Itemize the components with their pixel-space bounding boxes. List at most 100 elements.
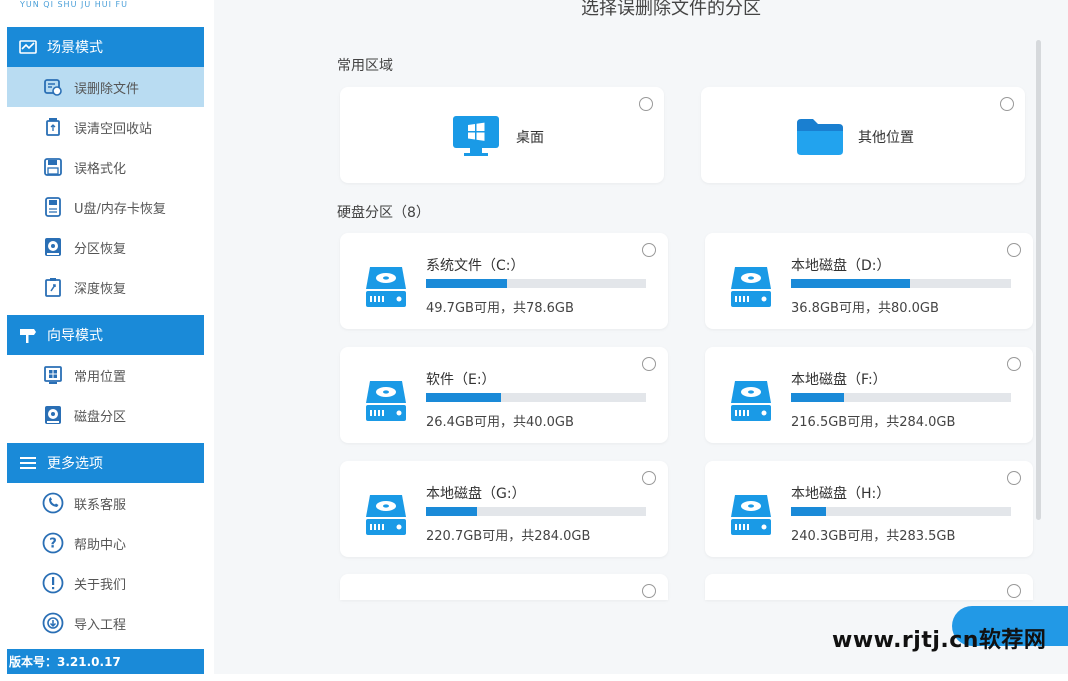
radio-button[interactable] — [1007, 243, 1021, 257]
scene-mode-header[interactable]: 场景模式 — [7, 27, 204, 67]
nav-item-label: 联系客服 — [74, 497, 127, 513]
radio-button[interactable] — [1000, 97, 1014, 111]
disk-name: 本地磁盘（H:） — [791, 486, 891, 502]
disk-size-text: 216.5GB可用，共284.0GB — [791, 415, 956, 430]
disk-card[interactable]: 系统文件（C:） 49.7GB可用，共78.6GB — [340, 233, 668, 329]
disk-size-text: 240.3GB可用，共283.5GB — [791, 529, 956, 544]
scene-mode-icon — [19, 40, 37, 54]
disk-usage-bar — [791, 393, 1011, 402]
disk-usage-bar — [791, 507, 1011, 516]
scene-mode-label: 场景模式 — [47, 40, 103, 56]
disk-usage-bar — [426, 279, 646, 288]
recycle-bin-icon — [42, 116, 64, 138]
hard-disk-icon — [364, 493, 408, 539]
nav-item-usb-card[interactable]: U盘/内存卡恢复 — [7, 187, 204, 227]
nav-item-label: 分区恢复 — [74, 241, 127, 257]
nav-item-label: 关于我们 — [74, 577, 127, 593]
disk-usage-fill — [791, 393, 844, 402]
nav-item-deleted-files[interactable]: 误删除文件 — [7, 67, 204, 107]
deep-recovery-icon — [42, 276, 64, 298]
scrollbar[interactable] — [1036, 40, 1041, 520]
nav-item-label: 深度恢复 — [74, 281, 127, 297]
main-panel: 选择误删除文件的分区 常用区域 桌面 其他位置 硬盘分区（8） 系统文件（C:）… — [214, 0, 1068, 674]
radio-button[interactable] — [642, 357, 656, 371]
nav-item-help-center[interactable]: ? 帮助中心 — [7, 523, 204, 563]
help-icon: ? — [42, 532, 64, 554]
radio-button[interactable] — [1007, 584, 1021, 598]
disk-card[interactable]: 本地磁盘（F:） 216.5GB可用，共284.0GB — [705, 347, 1033, 443]
info-icon — [42, 572, 64, 594]
radio-button[interactable] — [642, 584, 656, 598]
common-area-label: 常用区域 — [337, 58, 393, 74]
disk-name: 软件（E:） — [426, 372, 496, 388]
disk-partition-icon — [42, 404, 64, 426]
nav-item-label: 常用位置 — [74, 369, 127, 385]
disk-usage-fill — [791, 507, 827, 516]
radio-button[interactable] — [1007, 357, 1021, 371]
hard-disk-icon — [729, 379, 773, 425]
disk-card-partial[interactable] — [705, 574, 1033, 600]
disk-size-text: 26.4GB可用，共40.0GB — [426, 415, 574, 430]
windows-location-icon — [42, 364, 64, 386]
nav-item-label: 误删除文件 — [74, 81, 140, 97]
disk-card[interactable]: 本地磁盘（D:） 36.8GB可用，共80.0GB — [705, 233, 1033, 329]
more-options-header[interactable]: 更多选项 — [7, 443, 204, 483]
phone-icon — [42, 492, 64, 514]
location-card-desktop[interactable]: 桌面 — [340, 87, 664, 183]
disk-card[interactable]: 本地磁盘（G:） 220.7GB可用，共284.0GB — [340, 461, 668, 557]
hard-disk-icon — [364, 265, 408, 311]
nav-item-format[interactable]: 误格式化 — [7, 147, 204, 187]
radio-button[interactable] — [1007, 471, 1021, 485]
nav-item-about-us[interactable]: 关于我们 — [7, 563, 204, 603]
svg-text:?: ? — [49, 537, 57, 552]
sidebar: YUN QI SHU JU HUI FU 场景模式 误删除文件 误清空回收站 误… — [0, 0, 204, 674]
nav-item-common-locations[interactable]: 常用位置 — [7, 355, 204, 395]
nav-item-label: 误格式化 — [74, 161, 127, 177]
hard-disk-icon — [364, 379, 408, 425]
disk-size-text: 220.7GB可用，共284.0GB — [426, 529, 591, 544]
disk-size-text: 49.7GB可用，共78.6GB — [426, 301, 574, 316]
nav-item-partition-recovery[interactable]: 分区恢复 — [7, 227, 204, 267]
logo-subtitle: YUN QI SHU JU HUI FU — [20, 0, 128, 9]
nav-item-disk-partitions[interactable]: 磁盘分区 — [7, 395, 204, 435]
guide-mode-header[interactable]: 向导模式 — [7, 315, 204, 355]
more-options-label: 更多选项 — [47, 456, 103, 472]
disk-usage-fill — [426, 393, 501, 402]
desktop-label: 桌面 — [516, 130, 544, 146]
nav-item-contact-support[interactable]: 联系客服 — [7, 483, 204, 523]
other-location-label: 其他位置 — [858, 130, 914, 146]
usb-card-icon — [42, 196, 64, 218]
file-restore-icon — [42, 76, 64, 98]
nav-item-label: 误清空回收站 — [74, 121, 153, 137]
version-bar: 版本号：3.21.0.17 — [7, 649, 204, 674]
nav-item-label: 帮助中心 — [74, 537, 127, 553]
disk-card[interactable]: 软件（E:） 26.4GB可用，共40.0GB — [340, 347, 668, 443]
disk-name: 系统文件（C:） — [426, 258, 525, 274]
radio-button[interactable] — [639, 97, 653, 111]
disk-usage-fill — [791, 279, 910, 288]
radio-button[interactable] — [642, 243, 656, 257]
disk-card-partial[interactable] — [340, 574, 668, 600]
partition-icon — [42, 236, 64, 258]
nav-item-label: U盘/内存卡恢复 — [74, 201, 166, 217]
signpost-icon — [19, 328, 37, 343]
disk-partitions-label: 硬盘分区（8） — [337, 205, 430, 221]
disk-size-text: 36.8GB可用，共80.0GB — [791, 301, 939, 316]
hard-disk-icon — [729, 265, 773, 311]
nav-item-recycle-bin[interactable]: 误清空回收站 — [7, 107, 204, 147]
guide-mode-label: 向导模式 — [47, 328, 103, 344]
disk-usage-bar — [791, 279, 1011, 288]
disk-usage-bar — [426, 507, 646, 516]
nav-item-deep-recovery[interactable]: 深度恢复 — [7, 267, 204, 307]
disk-name: 本地磁盘（G:） — [426, 486, 526, 502]
hard-disk-icon — [729, 493, 773, 539]
location-card-other[interactable]: 其他位置 — [701, 87, 1025, 183]
disk-card[interactable]: 本地磁盘（H:） 240.3GB可用，共283.5GB — [705, 461, 1033, 557]
nav-item-import-project[interactable]: 导入工程 — [7, 603, 204, 643]
disk-usage-fill — [426, 279, 508, 288]
watermark-text: www.rjtj.cn软荐网 — [832, 628, 1047, 653]
nav-item-label: 磁盘分区 — [74, 409, 127, 425]
disk-name: 本地磁盘（F:） — [791, 372, 887, 388]
radio-button[interactable] — [642, 471, 656, 485]
page-title: 选择误删除文件的分区 — [581, 0, 761, 19]
